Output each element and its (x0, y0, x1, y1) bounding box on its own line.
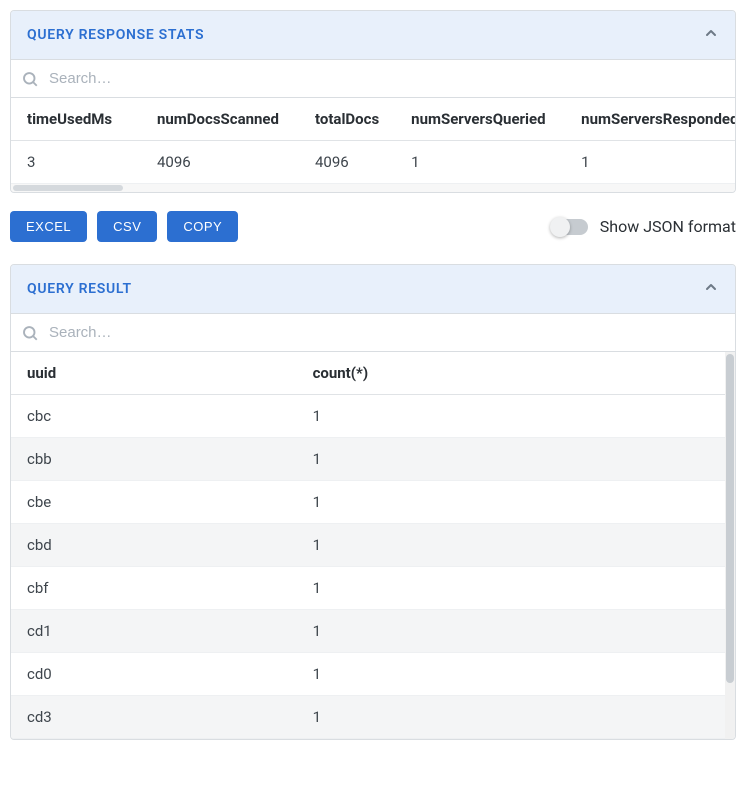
table-row: 3 4096 4096 1 1 (11, 141, 736, 184)
cell-numServersResponded: 1 (565, 141, 736, 184)
export-button-group: EXCEL CSV COPY (10, 211, 238, 242)
col-timeUsedMs[interactable]: timeUsedMs (11, 98, 141, 141)
cell-count: 1 (297, 395, 725, 438)
stats-search-input[interactable] (43, 66, 725, 91)
result-panel-title: QUERY RESULT (27, 281, 132, 297)
excel-button[interactable]: EXCEL (10, 211, 87, 242)
cell-count: 1 (297, 653, 725, 696)
scrollbar-thumb[interactable] (726, 354, 734, 683)
stats-table-wrap: timeUsedMs numDocsScanned totalDocs numS… (11, 98, 735, 192)
table-row: cbe1 (11, 481, 725, 524)
scrollbar-thumb[interactable] (13, 185, 123, 191)
cell-uuid: cbf (11, 567, 297, 610)
search-icon (21, 70, 39, 88)
result-search-bar (11, 313, 735, 352)
cell-totalDocs: 4096 (299, 141, 395, 184)
table-row: cbb1 (11, 438, 725, 481)
csv-button[interactable]: CSV (97, 211, 157, 242)
cell-uuid: cd1 (11, 610, 297, 653)
json-format-toggle[interactable] (552, 219, 588, 235)
cell-uuid: cbc (11, 395, 297, 438)
cell-uuid: cd0 (11, 653, 297, 696)
result-panel-header[interactable]: QUERY RESULT (11, 265, 735, 313)
cell-count: 1 (297, 567, 725, 610)
cell-numDocsScanned: 4096 (141, 141, 299, 184)
horizontal-scrollbar[interactable] (11, 184, 735, 192)
cell-uuid: cbb (11, 438, 297, 481)
table-row: cd11 (11, 610, 725, 653)
stats-panel: QUERY RESPONSE STATS timeUsedMs numDocsS… (10, 10, 736, 193)
cell-timeUsedMs: 3 (11, 141, 141, 184)
toggle-knob (550, 217, 570, 237)
table-row: cd01 (11, 653, 725, 696)
cell-uuid: cbe (11, 481, 297, 524)
cell-count: 1 (297, 696, 725, 739)
table-row: cbc1 (11, 395, 725, 438)
col-count[interactable]: count(*) (297, 352, 725, 395)
result-table: uuid count(*) cbc1cbb1cbe1cbd1cbf1cd11cd… (11, 352, 725, 739)
result-panel: QUERY RESULT uuid count(*) cbc1cbb1cbe1c… (10, 264, 736, 740)
cell-count: 1 (297, 610, 725, 653)
result-header-row: uuid count(*) (11, 352, 725, 395)
table-row: cbf1 (11, 567, 725, 610)
table-row: cd31 (11, 696, 725, 739)
cell-count: 1 (297, 481, 725, 524)
stats-table: timeUsedMs numDocsScanned totalDocs numS… (11, 98, 736, 184)
cell-uuid: cbd (11, 524, 297, 567)
col-totalDocs[interactable]: totalDocs (299, 98, 395, 141)
col-uuid[interactable]: uuid (11, 352, 297, 395)
vertical-scrollbar[interactable] (725, 352, 735, 739)
json-toggle-wrap: Show JSON format (552, 217, 736, 236)
result-table-wrap: uuid count(*) cbc1cbb1cbe1cbd1cbf1cd11cd… (11, 352, 725, 739)
result-search-input[interactable] (43, 320, 725, 345)
cell-count: 1 (297, 438, 725, 481)
cell-uuid: cd3 (11, 696, 297, 739)
col-numServersQueried[interactable]: numServersQueried (395, 98, 565, 141)
stats-panel-title: QUERY RESPONSE STATS (27, 27, 204, 43)
json-toggle-label: Show JSON format (600, 217, 736, 236)
cell-numServersQueried: 1 (395, 141, 565, 184)
stats-search-bar (11, 59, 735, 98)
search-icon (21, 324, 39, 342)
chevron-up-icon (703, 25, 719, 45)
cell-count: 1 (297, 524, 725, 567)
result-container: uuid count(*) cbc1cbb1cbe1cbd1cbf1cd11cd… (11, 352, 735, 739)
chevron-up-icon (703, 279, 719, 299)
stats-header-row: timeUsedMs numDocsScanned totalDocs numS… (11, 98, 736, 141)
stats-panel-header[interactable]: QUERY RESPONSE STATS (11, 11, 735, 59)
col-numServersResponded[interactable]: numServersResponded (565, 98, 736, 141)
table-row: cbd1 (11, 524, 725, 567)
col-numDocsScanned[interactable]: numDocsScanned (141, 98, 299, 141)
export-toolbar: EXCEL CSV COPY Show JSON format (10, 211, 736, 242)
copy-button[interactable]: COPY (167, 211, 238, 242)
